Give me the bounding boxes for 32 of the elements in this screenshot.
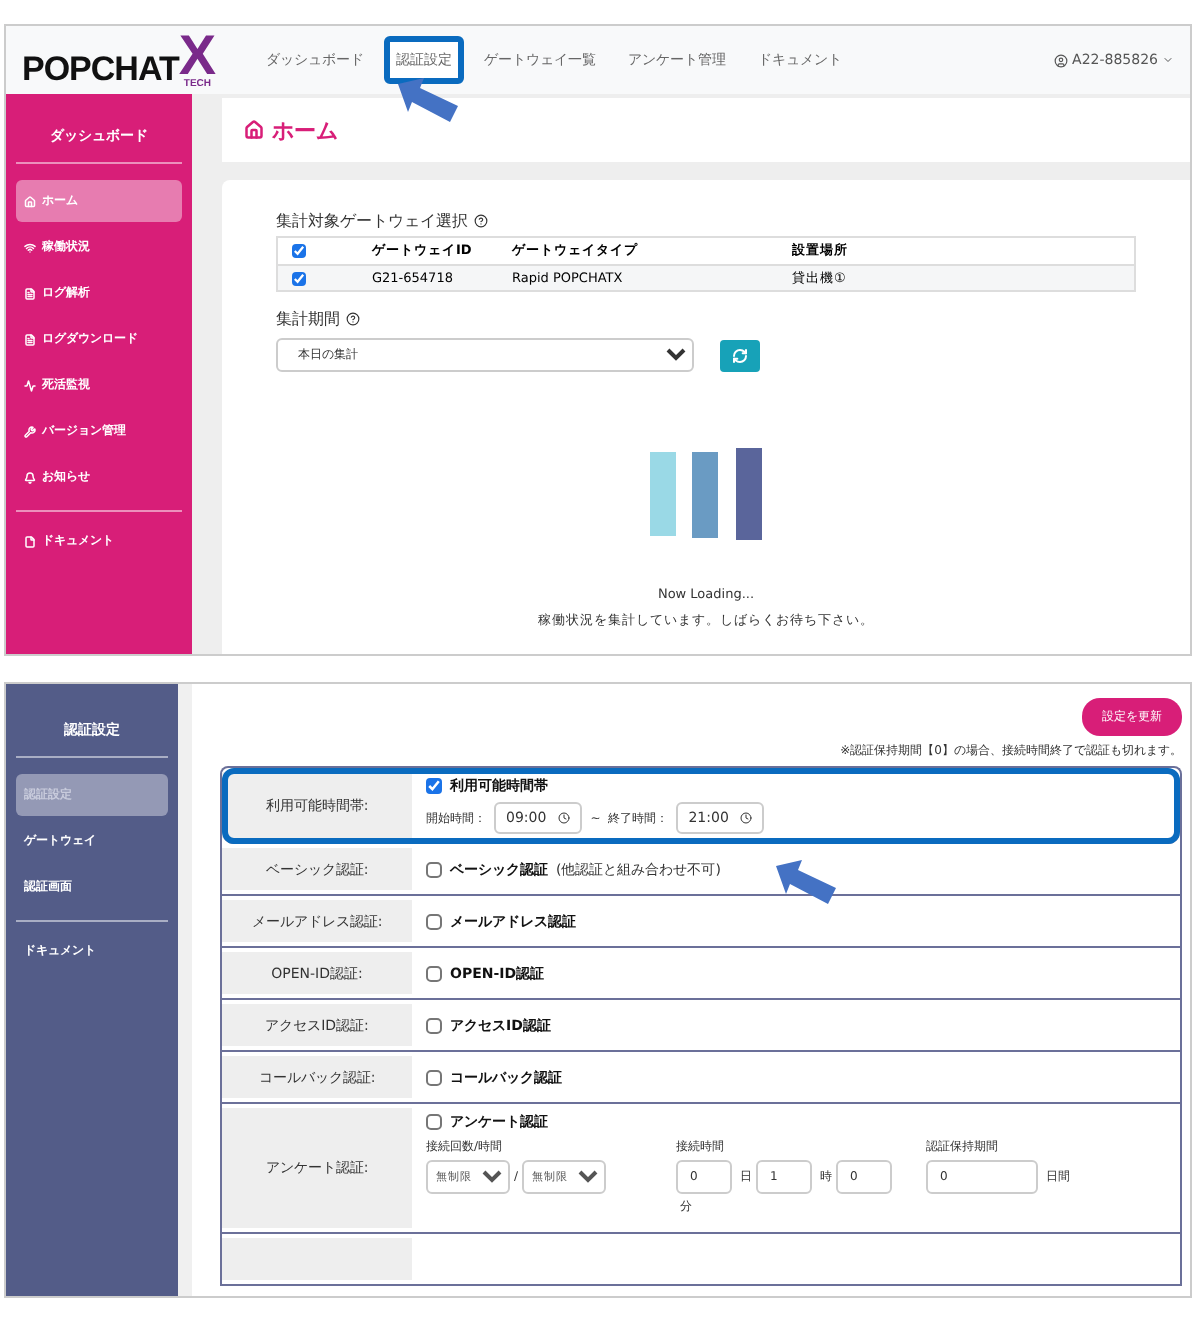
pulse-icon	[24, 379, 36, 391]
checkbox[interactable]	[426, 965, 442, 981]
loading-bars-drawing	[650, 448, 762, 540]
row-checkbox[interactable]	[292, 271, 306, 285]
checkbox[interactable]	[426, 861, 442, 877]
wifi-icon	[24, 241, 36, 253]
document-icon	[24, 333, 36, 345]
arrow-icon	[776, 860, 836, 904]
caret-icon	[1162, 54, 1174, 66]
refresh-icon	[732, 347, 748, 363]
checkbox[interactable]	[426, 1017, 442, 1033]
section-title: 集計期間	[276, 308, 340, 330]
page-title: ホーム	[272, 115, 338, 145]
bell-icon	[24, 471, 36, 483]
refresh-button[interactable]	[720, 339, 760, 371]
checkbox[interactable]	[426, 913, 442, 929]
arrow-icon	[398, 78, 458, 122]
checkbox[interactable]	[426, 1069, 442, 1085]
checkbox[interactable]	[426, 1114, 442, 1130]
wrench-icon	[24, 425, 36, 437]
section-title: 集計対象ゲートウェイ選択	[276, 210, 468, 232]
home-icon	[24, 195, 36, 207]
home-icon	[244, 120, 264, 140]
help-icon	[346, 312, 360, 326]
help-icon	[474, 214, 488, 228]
select-all-checkbox[interactable]	[292, 244, 306, 258]
document-icon	[24, 287, 36, 299]
clock-icon	[740, 812, 753, 824]
clock-icon	[558, 812, 571, 824]
document-icon	[24, 535, 36, 547]
user-icon	[1054, 53, 1069, 67]
checkbox[interactable]	[426, 778, 442, 794]
